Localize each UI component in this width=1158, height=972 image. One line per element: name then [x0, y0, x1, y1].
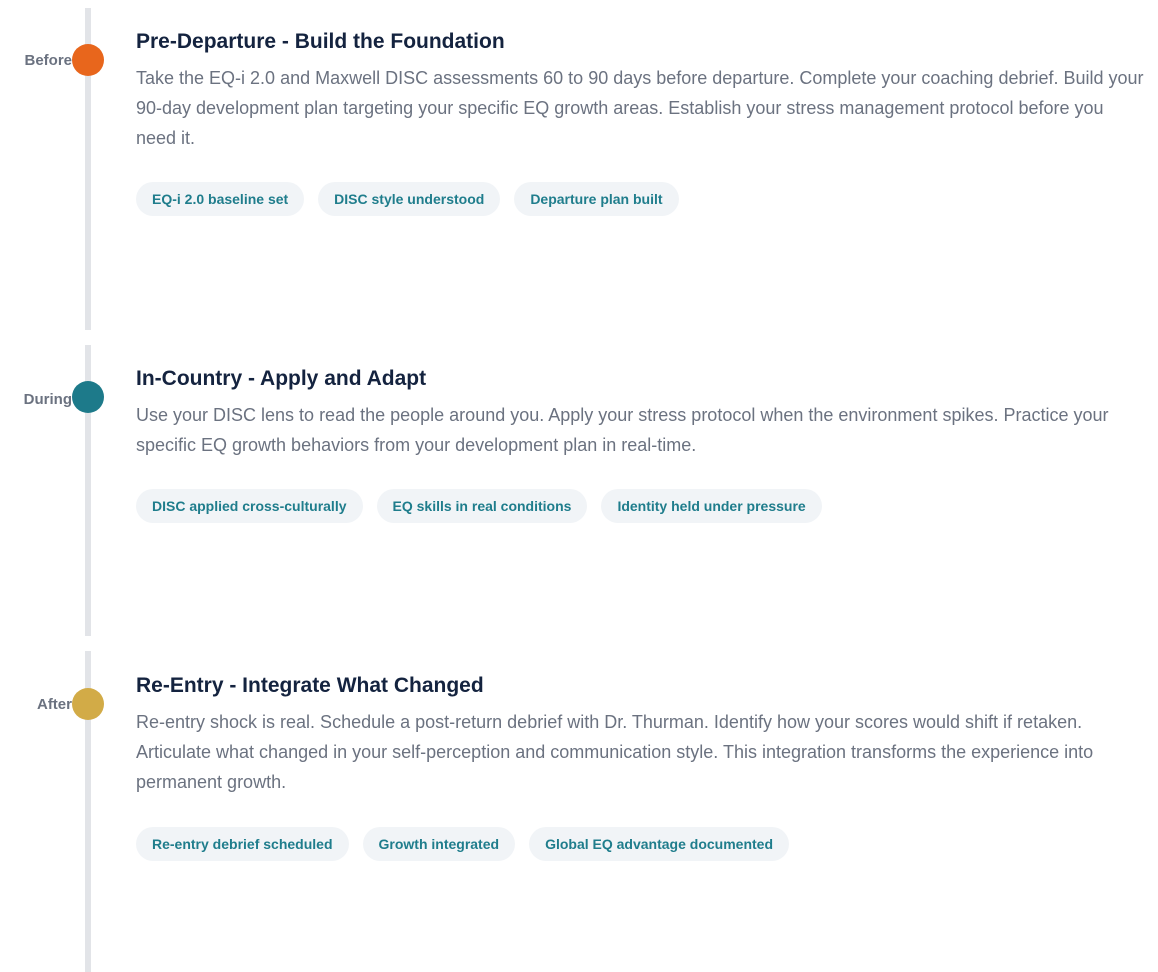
tag: DISC style understood: [318, 182, 501, 216]
phase-before: Before Pre-Departure - Build the Foundat…: [0, 0, 1158, 330]
tag-list: EQ-i 2.0 baseline set DISC style underst…: [136, 182, 679, 216]
tag-list: Re-entry debrief scheduled Growth integr…: [136, 827, 789, 861]
phase-dot-gold: [72, 688, 104, 720]
phase-label: During: [23, 391, 72, 408]
phase-dot-orange: [72, 44, 104, 76]
tag: DISC applied cross-culturally: [136, 489, 363, 523]
phase-label: Before: [24, 52, 72, 69]
tag: Global EQ advantage documented: [529, 827, 789, 861]
phase-title: In-Country - Apply and Adapt: [136, 367, 427, 390]
phase-description: Take the EQ-i 2.0 and Maxwell DISC asses…: [136, 68, 1144, 148]
phase-dot-teal: [72, 381, 104, 413]
phase-title: Pre-Departure - Build the Foundation: [136, 30, 505, 53]
phase-description: Re-entry shock is real. Schedule a post-…: [136, 712, 1094, 792]
tag: Growth integrated: [362, 827, 516, 861]
phase-description: Use your DISC lens to read the people ar…: [136, 405, 1109, 455]
phase-during: During In-Country - Apply and Adapt Use …: [0, 345, 1158, 636]
tag-list: DISC applied cross-culturally EQ skills …: [136, 489, 822, 523]
tag: EQ skills in real conditions: [376, 489, 588, 523]
phase-title: Re-Entry - Integrate What Changed: [136, 674, 484, 697]
phase-after: After Re-Entry - Integrate What Changed …: [0, 651, 1158, 972]
tag: Identity held under pressure: [601, 489, 822, 523]
phase-label: After: [36, 696, 72, 713]
tag: Re-entry debrief scheduled: [136, 827, 349, 861]
tag: Departure plan built: [514, 182, 679, 216]
timeline: Before Pre-Departure - Build the Foundat…: [0, 0, 1158, 972]
tag: EQ-i 2.0 baseline set: [136, 182, 305, 216]
